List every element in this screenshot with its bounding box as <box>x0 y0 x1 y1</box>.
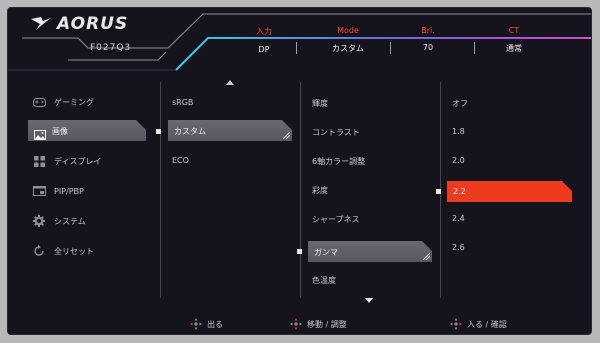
model-name: F027Q3 <box>90 43 132 53</box>
menu-label: 画像 <box>52 127 68 136</box>
hint-move-adjust: 移動 / 調整 <box>290 318 347 330</box>
gamma-selected-label: 2.2 <box>453 187 466 196</box>
setting-sharpness[interactable]: シャープネス <box>312 214 360 225</box>
setting-color-temp[interactable]: 色温度 <box>312 275 336 286</box>
gamma-option-2-4[interactable]: 2.4 <box>452 214 465 223</box>
hint-exit: 出る <box>190 318 223 330</box>
menu-item-gaming[interactable]: ゲーミング <box>32 91 94 113</box>
selection-marker <box>436 189 441 194</box>
menu-label: ゲーミング <box>54 97 94 107</box>
menu-item-system[interactable]: システム <box>32 210 86 232</box>
status-brightness-label: Bri. <box>421 26 435 35</box>
gamma-option-2-2[interactable]: 2.2 <box>447 181 572 202</box>
reset-icon <box>32 244 46 258</box>
setting-contrast[interactable]: コントラスト <box>312 127 360 138</box>
gamma-option-2-0[interactable]: 2.0 <box>452 156 465 165</box>
menu-label: 全リセット <box>54 246 94 256</box>
display-grid-icon <box>32 154 46 168</box>
hint-label: 出る <box>207 319 223 329</box>
status-mode: Mode カスタム <box>308 26 388 54</box>
menu-label: PIP/PBP <box>54 186 84 196</box>
status-input-label: 入力 <box>256 27 272 36</box>
menu-item-display[interactable]: ディスプレイ <box>32 150 101 172</box>
status-color-temp: CT 通常 <box>474 26 554 54</box>
joystick-icon <box>450 318 462 330</box>
column-divider <box>300 82 301 298</box>
setting-6axis-color[interactable]: 6軸カラー調整 <box>312 156 365 167</box>
setting-brightness[interactable]: 輝度 <box>312 98 328 109</box>
setting-gamma[interactable]: ガンマ <box>308 241 432 262</box>
corner-accent-icon <box>283 132 290 139</box>
mode-option-eco[interactable]: ECO <box>172 156 189 165</box>
selection-marker <box>297 249 302 254</box>
joystick-icon <box>190 318 202 330</box>
gamma-option-2-6[interactable]: 2.6 <box>452 243 465 252</box>
hint-label: 移動 / 調整 <box>307 319 347 329</box>
pip-icon <box>32 184 46 198</box>
mode-option-custom[interactable]: カスタム <box>168 120 292 141</box>
column-divider <box>160 82 161 298</box>
eagle-logo-icon <box>31 17 51 30</box>
scroll-up-arrow[interactable] <box>226 80 234 85</box>
mode-option-srgb[interactable]: sRGB <box>172 98 193 107</box>
status-ct-value: 通常 <box>506 44 522 53</box>
logo-text: AORUS <box>57 14 129 34</box>
hint-enter-confirm: 入る / 確認 <box>450 318 507 330</box>
setting-selected-label: ガンマ <box>314 248 338 257</box>
menu-label: ディスプレイ <box>54 156 102 166</box>
aorus-logo: AORUS <box>30 14 130 34</box>
osd-panel: AORUS F027Q3 入力 DP Mode カスタム Bri. 70 CT … <box>8 8 591 334</box>
mode-selected-label: カスタム <box>174 127 206 136</box>
status-brightness: Bri. 70 <box>388 26 468 52</box>
gamma-option-1-8[interactable]: 1.8 <box>452 127 465 136</box>
osd-header: AORUS F027Q3 入力 DP Mode カスタム Bri. 70 CT … <box>8 8 591 72</box>
status-input: 入力 DP <box>224 26 304 54</box>
status-brightness-value: 70 <box>422 43 434 52</box>
status-input-value: DP <box>258 45 270 54</box>
status-mode-value: カスタム <box>332 44 364 53</box>
menu-label: システム <box>54 216 86 226</box>
menu-item-picture[interactable]: 画像 <box>28 120 146 141</box>
corner-accent-icon <box>423 253 430 260</box>
status-ct-label: CT <box>508 26 520 35</box>
scroll-down-arrow[interactable] <box>365 298 373 303</box>
menu-item-reset[interactable]: 全リセット <box>32 240 94 262</box>
hint-label: 入る / 確認 <box>467 319 507 329</box>
gamma-option-off[interactable]: オフ <box>452 98 468 109</box>
footer-accent-line <box>8 312 591 314</box>
picture-icon <box>34 125 46 144</box>
joystick-icon <box>290 318 302 330</box>
gamepad-icon <box>32 95 46 109</box>
setting-saturation[interactable]: 彩度 <box>312 185 328 196</box>
gear-icon <box>32 214 46 228</box>
status-divider <box>296 42 297 54</box>
status-mode-label: Mode <box>337 26 359 35</box>
menu-item-pip-pbp[interactable]: PIP/PBP <box>32 180 84 202</box>
selection-marker <box>156 129 161 134</box>
